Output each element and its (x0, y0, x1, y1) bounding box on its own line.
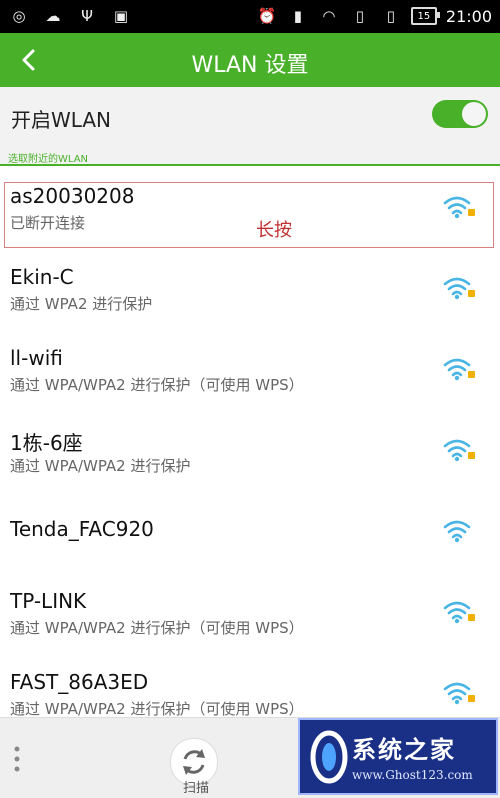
lock-icon (468, 614, 475, 621)
wlan-toggle-label: 开启WLAN (11, 108, 112, 132)
android-icon: ▣ (113, 7, 129, 25)
hint-text: 选取附近的WLAN (8, 154, 89, 165)
weather-icon: ☁ (45, 7, 61, 25)
wlan-toggle-row[interactable]: 开启WLAN (0, 87, 500, 145)
wifi-icon: ◠ (322, 7, 336, 25)
network-item[interactable]: Tenda_FAC920 (0, 490, 500, 572)
sim-icon: ▯ (386, 7, 396, 25)
battery-level: 15 (417, 10, 431, 22)
network-item[interactable]: TP-LINK 通过 WPA/WPA2 进行保护（可使用 WPS） (0, 571, 500, 653)
lock-icon (468, 290, 475, 297)
toggle-knob (462, 102, 486, 126)
network-name: Ekin-C (10, 265, 74, 289)
alarm-icon: ⏰ (257, 7, 277, 25)
title-bar: WLAN 设置 (0, 33, 500, 87)
clock: 21:00 (445, 6, 492, 26)
annotation-label: 长按 (256, 220, 292, 241)
lock-icon (468, 452, 475, 459)
highlight-box (4, 182, 494, 248)
scan-label: 扫描 (183, 781, 210, 796)
watermark: 系统之家 www.Ghost123.com (298, 718, 498, 795)
network-status: 通过 WPA/WPA2 进行保护（可使用 WPS） (10, 376, 304, 394)
sim-icon: ▯ (355, 7, 365, 25)
network-status: 通过 WPA/WPA2 进行保护 (10, 457, 191, 475)
battery-icon: 15 (410, 7, 440, 25)
wlan-toggle-switch[interactable] (432, 100, 488, 128)
network-item[interactable]: 1栋-6座通过 WPA/WPA2 进行保护 (0, 409, 500, 491)
sim-icon: ▮ (293, 7, 303, 25)
wifi-signal-icon (443, 520, 471, 543)
network-name: FAST_86A3ED (10, 670, 149, 694)
section-hint: 选取附近的WLAN (0, 145, 500, 166)
watermark-url: www.Ghost123.com (352, 768, 473, 782)
lock-icon (468, 695, 475, 702)
network-name: 1栋-6座 (10, 431, 83, 455)
network-item[interactable]: ll-wifi 通过 WPA/WPA2 进行保护（可使用 WPS） (0, 328, 500, 410)
lock-icon (468, 371, 475, 378)
network-status: 通过 WPA/WPA2 进行保护（可使用 WPS） (10, 619, 304, 637)
logo-icon (310, 730, 348, 784)
page-title: WLAN 设置 (191, 53, 309, 78)
network-status: 通过 WPA/WPA2 进行保护（可使用 WPS） (10, 700, 304, 718)
network-status: 通过 WPA2 进行保护 (10, 295, 153, 313)
more-menu-icon[interactable] (12, 744, 22, 774)
watermark-title: 系统之家 (352, 736, 456, 764)
network-item[interactable]: Ekin-C 通过 WPA2 进行保护 (0, 247, 500, 329)
screenshot-icon: ◎ (12, 7, 26, 25)
status-bar: ◎ ☁ Ψ ▣ ⏰ ▮ ◠ ▯ ▯ 15 21:00 (0, 0, 500, 33)
network-name: TP-LINK (10, 589, 87, 613)
network-name: ll-wifi (10, 346, 63, 370)
usb-icon: Ψ (81, 7, 93, 25)
network-name: Tenda_FAC920 (10, 517, 154, 541)
